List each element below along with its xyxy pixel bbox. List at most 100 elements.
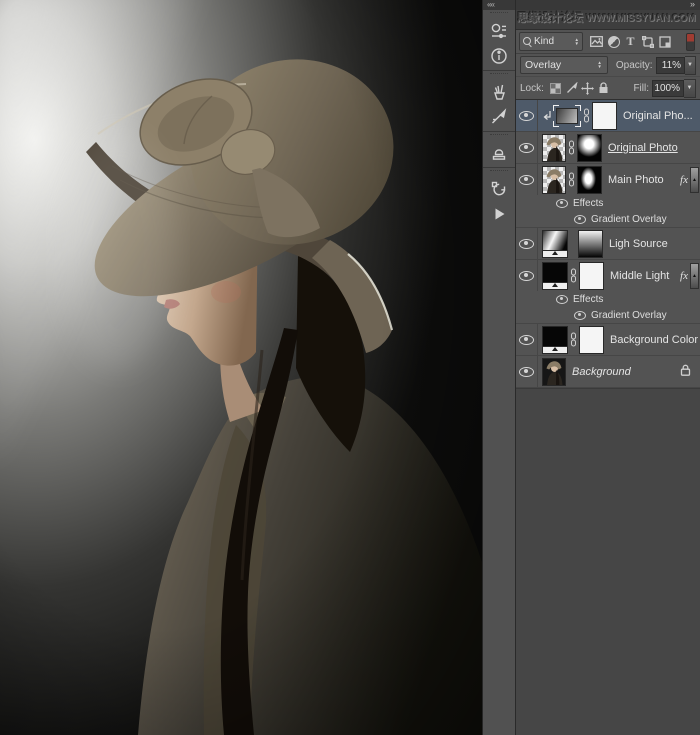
opacity-value[interactable]: 11% bbox=[655, 56, 686, 74]
lock-icon bbox=[680, 363, 691, 381]
eye-icon[interactable] bbox=[574, 214, 586, 224]
eye-icon bbox=[519, 238, 534, 249]
lock-label: Lock: bbox=[520, 82, 544, 94]
clipping-mask-arrow-icon bbox=[543, 110, 551, 120]
lock-position-move-icon[interactable] bbox=[580, 80, 596, 96]
actions-panel-icon[interactable] bbox=[483, 201, 515, 226]
info-panel-icon[interactable] bbox=[483, 43, 515, 68]
layer-thumbnail[interactable] bbox=[542, 165, 566, 194]
brush-presets-panel-icon[interactable] bbox=[483, 79, 515, 104]
layer-mask-thumbnail[interactable] bbox=[579, 261, 604, 290]
filter-pixel-layers-icon[interactable] bbox=[588, 34, 605, 50]
blend-mode-value: Overlay bbox=[525, 59, 562, 71]
dock-collapse-arrows[interactable]: «« bbox=[483, 0, 515, 10]
collapse-effects-button[interactable]: ▲ bbox=[690, 166, 699, 193]
filter-shape-layers-icon[interactable] bbox=[639, 34, 656, 50]
layer-mask-thumbnail[interactable] bbox=[577, 133, 602, 162]
effects-row[interactable]: Effects bbox=[516, 195, 700, 211]
link-mask-icon[interactable] bbox=[567, 172, 576, 187]
layer-mask-thumbnail[interactable] bbox=[577, 165, 602, 194]
eye-icon[interactable] bbox=[574, 310, 586, 320]
layer-row-middle-light[interactable]: Middle Light fx ▲ bbox=[516, 260, 700, 291]
visibility-toggle[interactable] bbox=[516, 260, 538, 291]
gradient-overlay-row[interactable]: Gradient Overlay bbox=[516, 211, 700, 228]
layer-thumbnail[interactable] bbox=[542, 357, 566, 386]
panel-empty-area bbox=[516, 388, 700, 735]
lock-bar: Lock: Fill: 100% ▼ bbox=[516, 77, 700, 100]
filter-adjustment-layers-icon[interactable] bbox=[605, 34, 622, 50]
gradient-fill-thumbnail[interactable] bbox=[542, 229, 568, 258]
dock-separator bbox=[483, 70, 515, 71]
clone-source-panel-icon[interactable] bbox=[483, 140, 515, 165]
blend-mode-dropdown[interactable]: Overlay ▲ ▼ bbox=[520, 56, 608, 74]
visibility-toggle[interactable] bbox=[516, 324, 538, 355]
solid-fill-thumbnail[interactable] bbox=[542, 325, 568, 354]
visibility-toggle[interactable] bbox=[516, 100, 538, 131]
layer-name[interactable]: Background Color bbox=[610, 334, 700, 346]
opacity-caret[interactable]: ▼ bbox=[685, 55, 696, 75]
layer-row-background-color[interactable]: Background Color bbox=[516, 324, 700, 356]
gradient-overlay-row[interactable]: Gradient Overlay bbox=[516, 307, 700, 324]
layer-row-main-photo[interactable]: Main Photo fx ▲ bbox=[516, 164, 700, 195]
gradient-fill-thumbnail[interactable] bbox=[556, 107, 578, 124]
layer-name[interactable]: Main Photo bbox=[608, 174, 680, 186]
history-panel-icon[interactable] bbox=[483, 176, 515, 201]
layer-mask-thumbnail[interactable] bbox=[592, 101, 617, 130]
adjustments-panel-icon[interactable] bbox=[483, 18, 515, 43]
layer-name[interactable]: Original Pho... bbox=[623, 110, 700, 122]
layers-list: Original Pho... Original Photo Main Phot… bbox=[516, 100, 700, 388]
layer-mask-thumbnail[interactable] bbox=[578, 229, 603, 258]
brush-panel-icon[interactable] bbox=[483, 104, 515, 129]
eye-icon[interactable] bbox=[556, 198, 568, 208]
link-mask-icon[interactable] bbox=[567, 140, 576, 155]
filter-kind-label: Kind bbox=[534, 36, 555, 47]
link-mask-icon[interactable] bbox=[582, 108, 591, 123]
link-mask-icon[interactable] bbox=[569, 332, 578, 347]
filter-type-layers-icon[interactable]: T bbox=[622, 34, 639, 50]
visibility-toggle[interactable] bbox=[516, 356, 538, 387]
layer-thumbnail[interactable] bbox=[542, 133, 566, 162]
tab-layers[interactable]: Layers bbox=[522, 14, 552, 25]
panel-expand-arrows[interactable]: » bbox=[690, 0, 695, 9]
adjustment-icon bbox=[607, 35, 620, 48]
visibility-toggle[interactable] bbox=[516, 132, 538, 163]
layer-name[interactable]: Middle Light bbox=[610, 270, 680, 282]
document-canvas[interactable] bbox=[0, 0, 482, 735]
targeted-thumbnail-brackets bbox=[553, 105, 581, 127]
visibility-toggle[interactable] bbox=[516, 228, 538, 259]
layer-name[interactable]: Background bbox=[572, 366, 680, 378]
fill-caret[interactable]: ▼ bbox=[684, 78, 696, 98]
layer-name[interactable]: Original Photo bbox=[608, 142, 700, 154]
search-icon bbox=[523, 36, 531, 45]
lock-pixels-brush-icon[interactable] bbox=[564, 80, 580, 96]
layer-filter-bar: Kind ▲ ▼ T bbox=[516, 30, 700, 54]
filter-smart-objects-icon[interactable] bbox=[656, 34, 673, 50]
layer-name[interactable]: Ligh Source bbox=[609, 238, 700, 250]
fx-badge[interactable]: fx bbox=[680, 174, 688, 186]
fill-label: Fill: bbox=[633, 82, 649, 94]
lock-transparency-icon[interactable] bbox=[548, 80, 564, 96]
eye-icon bbox=[519, 366, 534, 377]
fx-badge[interactable]: fx bbox=[680, 270, 688, 282]
lock-all-icon[interactable] bbox=[596, 80, 612, 96]
opacity-label: Opacity: bbox=[615, 59, 653, 71]
lock-icons bbox=[548, 80, 612, 96]
layer-row-original-photo[interactable]: Original Photo bbox=[516, 132, 700, 164]
collapse-effects-button[interactable]: ▲ bbox=[690, 262, 699, 289]
layers-panel: » Layers 思缘设计论坛 WWW.MISSYUAN.COM Kind ▲ ▼ bbox=[515, 0, 700, 735]
layer-mask-thumbnail[interactable] bbox=[579, 325, 604, 354]
dropdown-spinner-icon: ▲ ▼ bbox=[574, 36, 579, 46]
layer-row-ligh-source[interactable]: Ligh Source bbox=[516, 228, 700, 260]
fill-value[interactable]: 100% bbox=[652, 79, 684, 97]
solid-fill-thumbnail[interactable] bbox=[542, 261, 568, 290]
link-mask-icon[interactable] bbox=[569, 268, 578, 283]
filter-kind-dropdown[interactable]: Kind ▲ ▼ bbox=[519, 32, 583, 51]
visibility-toggle[interactable] bbox=[516, 164, 538, 195]
layer-row-background[interactable]: Background bbox=[516, 356, 700, 388]
collapse-left-icon: « bbox=[490, 0, 495, 9]
eye-icon bbox=[519, 174, 534, 185]
effects-row[interactable]: Effects bbox=[516, 291, 700, 307]
layer-filtering-toggle[interactable] bbox=[686, 32, 695, 51]
eye-icon[interactable] bbox=[556, 294, 568, 304]
layer-row-original-pho[interactable]: Original Pho... bbox=[516, 100, 700, 132]
